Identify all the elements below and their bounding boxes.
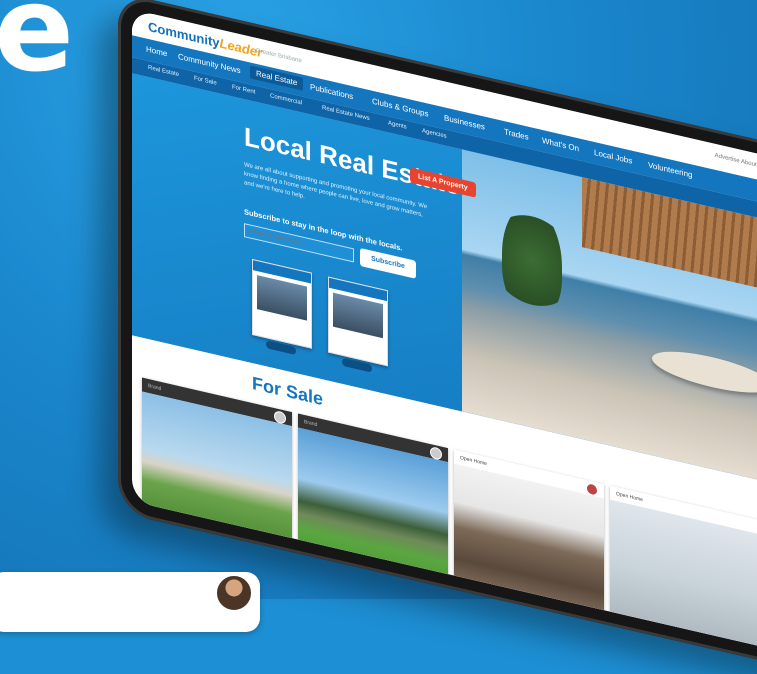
nav-item-home[interactable]: Home [146,44,167,58]
nav-item-whats-on[interactable]: What's On [542,136,579,154]
nav-item-publications[interactable]: Publications [310,82,353,101]
nav-item-volunteering[interactable]: Volunteering [648,160,692,179]
nav-item-businesses[interactable]: Businesses [444,113,485,131]
publication-cover-image [257,275,307,321]
publication-thumbnail-1[interactable] [252,258,312,349]
subnav-item-real-estate[interactable]: Real Estate [148,65,179,78]
agent-card [0,572,260,632]
logo-subtitle: Greater Brisbane [256,47,302,65]
subnav-item-agents[interactable]: Agents [388,120,407,130]
publication-cover-image [333,292,383,339]
nav-item-trades[interactable]: Trades [504,127,529,142]
agent-avatar [215,574,253,612]
listing-card[interactable]: Open Home [610,485,757,657]
subnav-item-agencies[interactable]: Agencies [422,128,447,140]
subnav-item-commercial[interactable]: Commercial [270,93,302,106]
subnav-item-for-rent[interactable]: For Rent [232,84,255,95]
nav-item-local-jobs[interactable]: Local Jobs [594,148,632,166]
publication-thumbnail-2[interactable] [328,276,388,367]
hero-headline-fragment: e [0,0,74,98]
subnav-item-for-sale[interactable]: For Sale [194,76,217,87]
